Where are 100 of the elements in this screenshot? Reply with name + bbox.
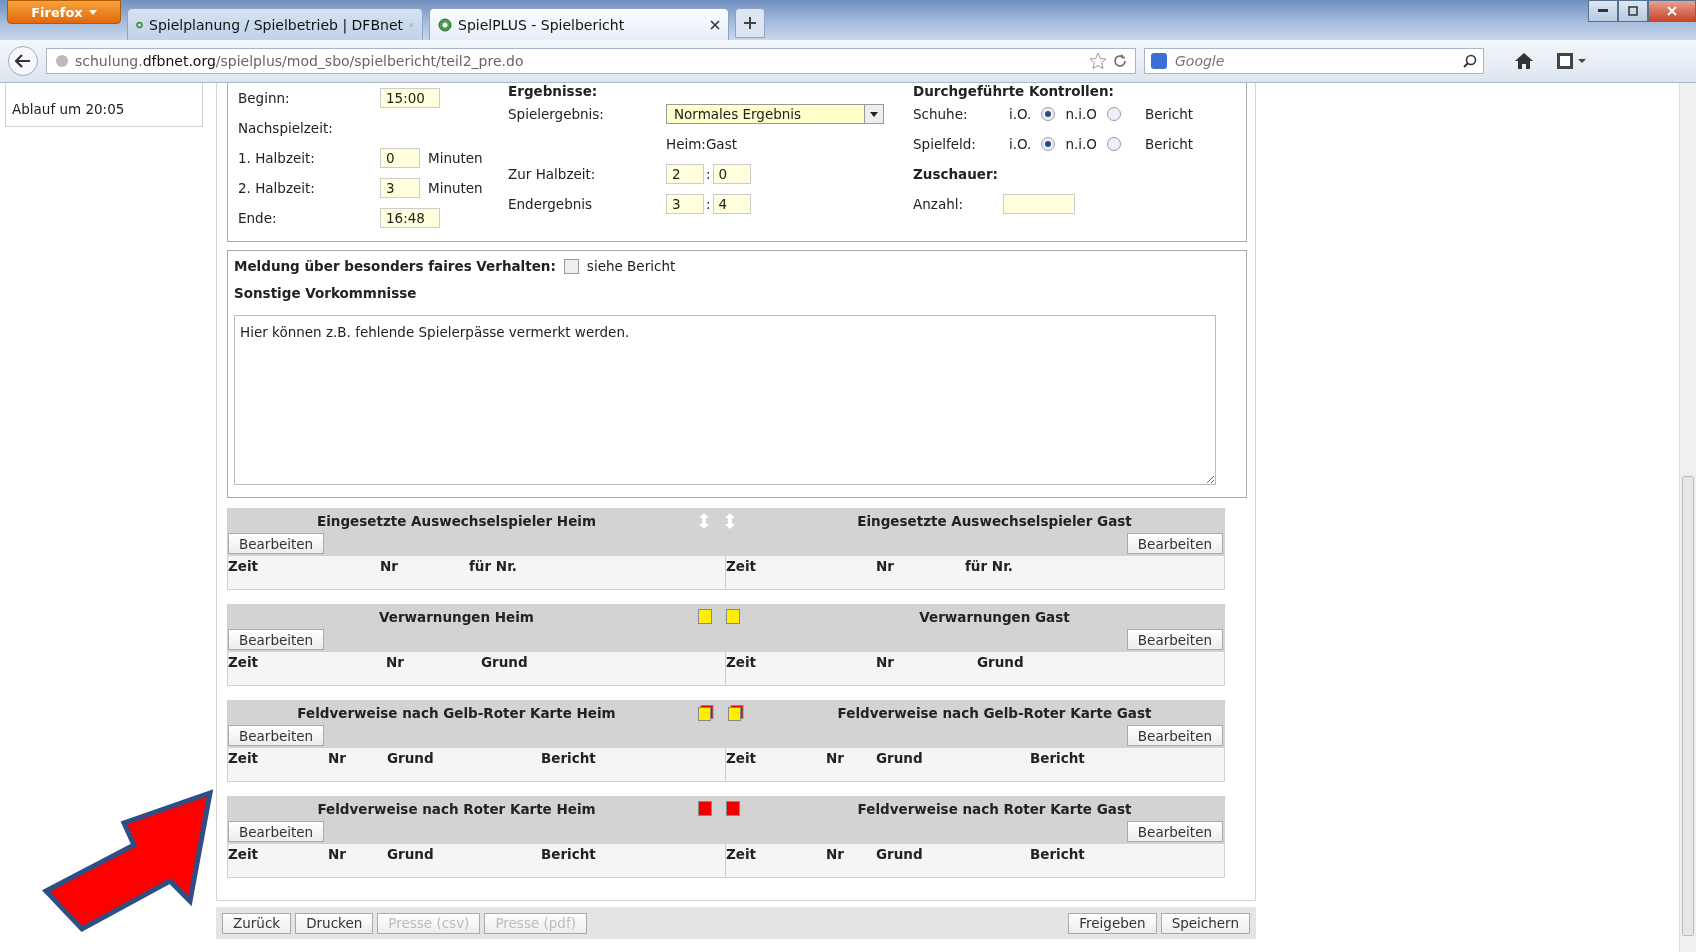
column-header: Grund (876, 750, 924, 766)
search-icon[interactable] (1463, 54, 1477, 68)
column-header: Grund (387, 846, 435, 862)
globe-icon (438, 17, 452, 32)
browser-tab[interactable]: SpielPLUS - Spielbericht (429, 8, 729, 40)
score-input[interactable]: 2 (666, 164, 704, 184)
section-heading: Zuschauer: (913, 166, 998, 182)
section-title: Feldverweise nach Gelb-Roter Karte Gast (836, 704, 1153, 723)
restore-button[interactable] (1618, 0, 1648, 22)
minutes-input[interactable]: 3 (380, 178, 420, 198)
footer-button[interactable]: Zurück (222, 912, 292, 934)
incidents-textarea[interactable]: Hier können z.B. fehlende Spielerpässe vermerkt werden. (234, 315, 1216, 485)
search-bar[interactable]: Google (1144, 48, 1484, 74)
radio-button[interactable] (1106, 107, 1121, 121)
globe-icon (55, 54, 69, 68)
footer-button[interactable]: Drucken (295, 912, 374, 934)
dropdown-arrow-icon (870, 111, 878, 117)
close-window-button[interactable] (1648, 0, 1696, 22)
column-header: Nr (380, 558, 399, 574)
time-input[interactable]: 15:00 (380, 88, 440, 108)
report-label: Bericht (1144, 106, 1194, 122)
card-icon (726, 609, 740, 624)
card-icon (726, 801, 740, 816)
report-label: Bericht (1144, 136, 1194, 152)
column-header: Grund (387, 750, 435, 766)
edit-button[interactable]: Bearbeiten (228, 533, 325, 554)
footer-button[interactable]: Speichern (1160, 912, 1250, 934)
radio-button[interactable] (1041, 137, 1056, 151)
column-header: Zeit (726, 846, 758, 862)
address-bar[interactable]: schulung.dfbnet.org/spielplus/mod_sbo/spielbericht/teil2_pre.do (46, 48, 1136, 74)
double-card-icon (698, 705, 714, 721)
minimize-icon (1598, 9, 1608, 13)
column-header: Grund (481, 654, 529, 670)
column-header: Nr (386, 654, 405, 670)
section-title: Verwarnungen Gast (918, 608, 1071, 627)
score-separator: : (706, 196, 711, 212)
browser-tab[interactable]: Spielplanung / Spielbetrieb | DFBnet (127, 8, 423, 40)
scrollbar[interactable] (1679, 83, 1696, 952)
column-header: Zeit (726, 750, 758, 766)
result-select[interactable]: Normales Ergebnis (666, 104, 884, 124)
field-label: Ende: (238, 210, 278, 226)
star-icon[interactable] (1089, 52, 1107, 70)
section-heading: Durchgeführte Kontrollen: (913, 83, 1114, 99)
back-arrow-icon (15, 54, 31, 68)
caret-icon (88, 9, 97, 15)
score-input[interactable]: 4 (712, 194, 751, 214)
swap-arrows-icon (698, 513, 710, 529)
footer-button[interactable]: Freigeben (1068, 912, 1157, 934)
back-button[interactable] (8, 46, 38, 76)
column-header: Nr (328, 750, 347, 766)
section-title: Feldverweise nach Roter Karte Gast (856, 800, 1133, 819)
spectators-input[interactable] (1003, 194, 1075, 214)
checkbox[interactable] (563, 258, 579, 274)
section-title: Verwarnungen Heim (378, 608, 535, 627)
card-icon (698, 609, 712, 624)
column-header: Zeit (726, 654, 758, 670)
reload-icon[interactable] (1113, 54, 1127, 68)
bookmarks-icon[interactable] (1556, 52, 1586, 70)
field-label: Schuhe: (913, 106, 969, 122)
field-label: Spielfeld: (913, 136, 977, 152)
minimize-button[interactable] (1588, 0, 1618, 22)
radio-button[interactable] (1041, 107, 1056, 121)
edit-button[interactable]: Bearbeiten (1126, 533, 1223, 554)
sidebar-item[interactable]: Ablauf um 20:05 (12, 101, 125, 117)
double-card-icon (728, 705, 744, 721)
column-header: Bericht (541, 750, 597, 766)
score-input[interactable]: 0 (712, 164, 751, 184)
edit-button[interactable]: Bearbeiten (1126, 725, 1223, 746)
field-label: Nachspielzeit: (238, 120, 333, 136)
time-input[interactable]: 16:48 (380, 208, 440, 228)
column-header: Bericht (1030, 750, 1086, 766)
close-icon[interactable] (710, 19, 720, 30)
field-label: Meldung über besonders faires Verhalten: (234, 258, 556, 274)
field-label: Endergebnis (508, 196, 594, 212)
column-header: Grund (977, 654, 1025, 670)
column-header: für Nr. (965, 558, 1014, 574)
column-header: Bericht (1030, 846, 1086, 862)
edit-button[interactable]: Bearbeiten (1126, 821, 1223, 842)
column-header: Zeit (228, 846, 260, 862)
home-icon[interactable] (1514, 52, 1534, 70)
edit-button[interactable]: Bearbeiten (1126, 629, 1223, 650)
radio-button[interactable] (1106, 137, 1121, 151)
column-header: Nr (876, 654, 895, 670)
column-header: Zeit (726, 558, 758, 574)
edit-button[interactable]: Bearbeiten (228, 725, 325, 746)
minutes-input[interactable]: 0 (380, 148, 420, 168)
section-title: Eingesetzte Auswechselspieler Gast (856, 512, 1133, 531)
column-header: Nr (876, 558, 895, 574)
restore-icon (1628, 6, 1638, 16)
field-label: 1. Halbzeit: (238, 150, 316, 166)
column-header: Nr (328, 846, 347, 862)
score-input[interactable]: 3 (666, 194, 704, 214)
section-heading: Ergebnisse: (508, 83, 598, 99)
edit-button[interactable]: Bearbeiten (228, 821, 325, 842)
column-header: Grund (876, 846, 924, 862)
edit-button[interactable]: Bearbeiten (228, 629, 325, 650)
column-header: Nr (826, 750, 845, 766)
search-engine-icon (1151, 53, 1167, 69)
new-tab-button[interactable] (735, 8, 765, 38)
unit-label: Minuten (428, 180, 483, 196)
